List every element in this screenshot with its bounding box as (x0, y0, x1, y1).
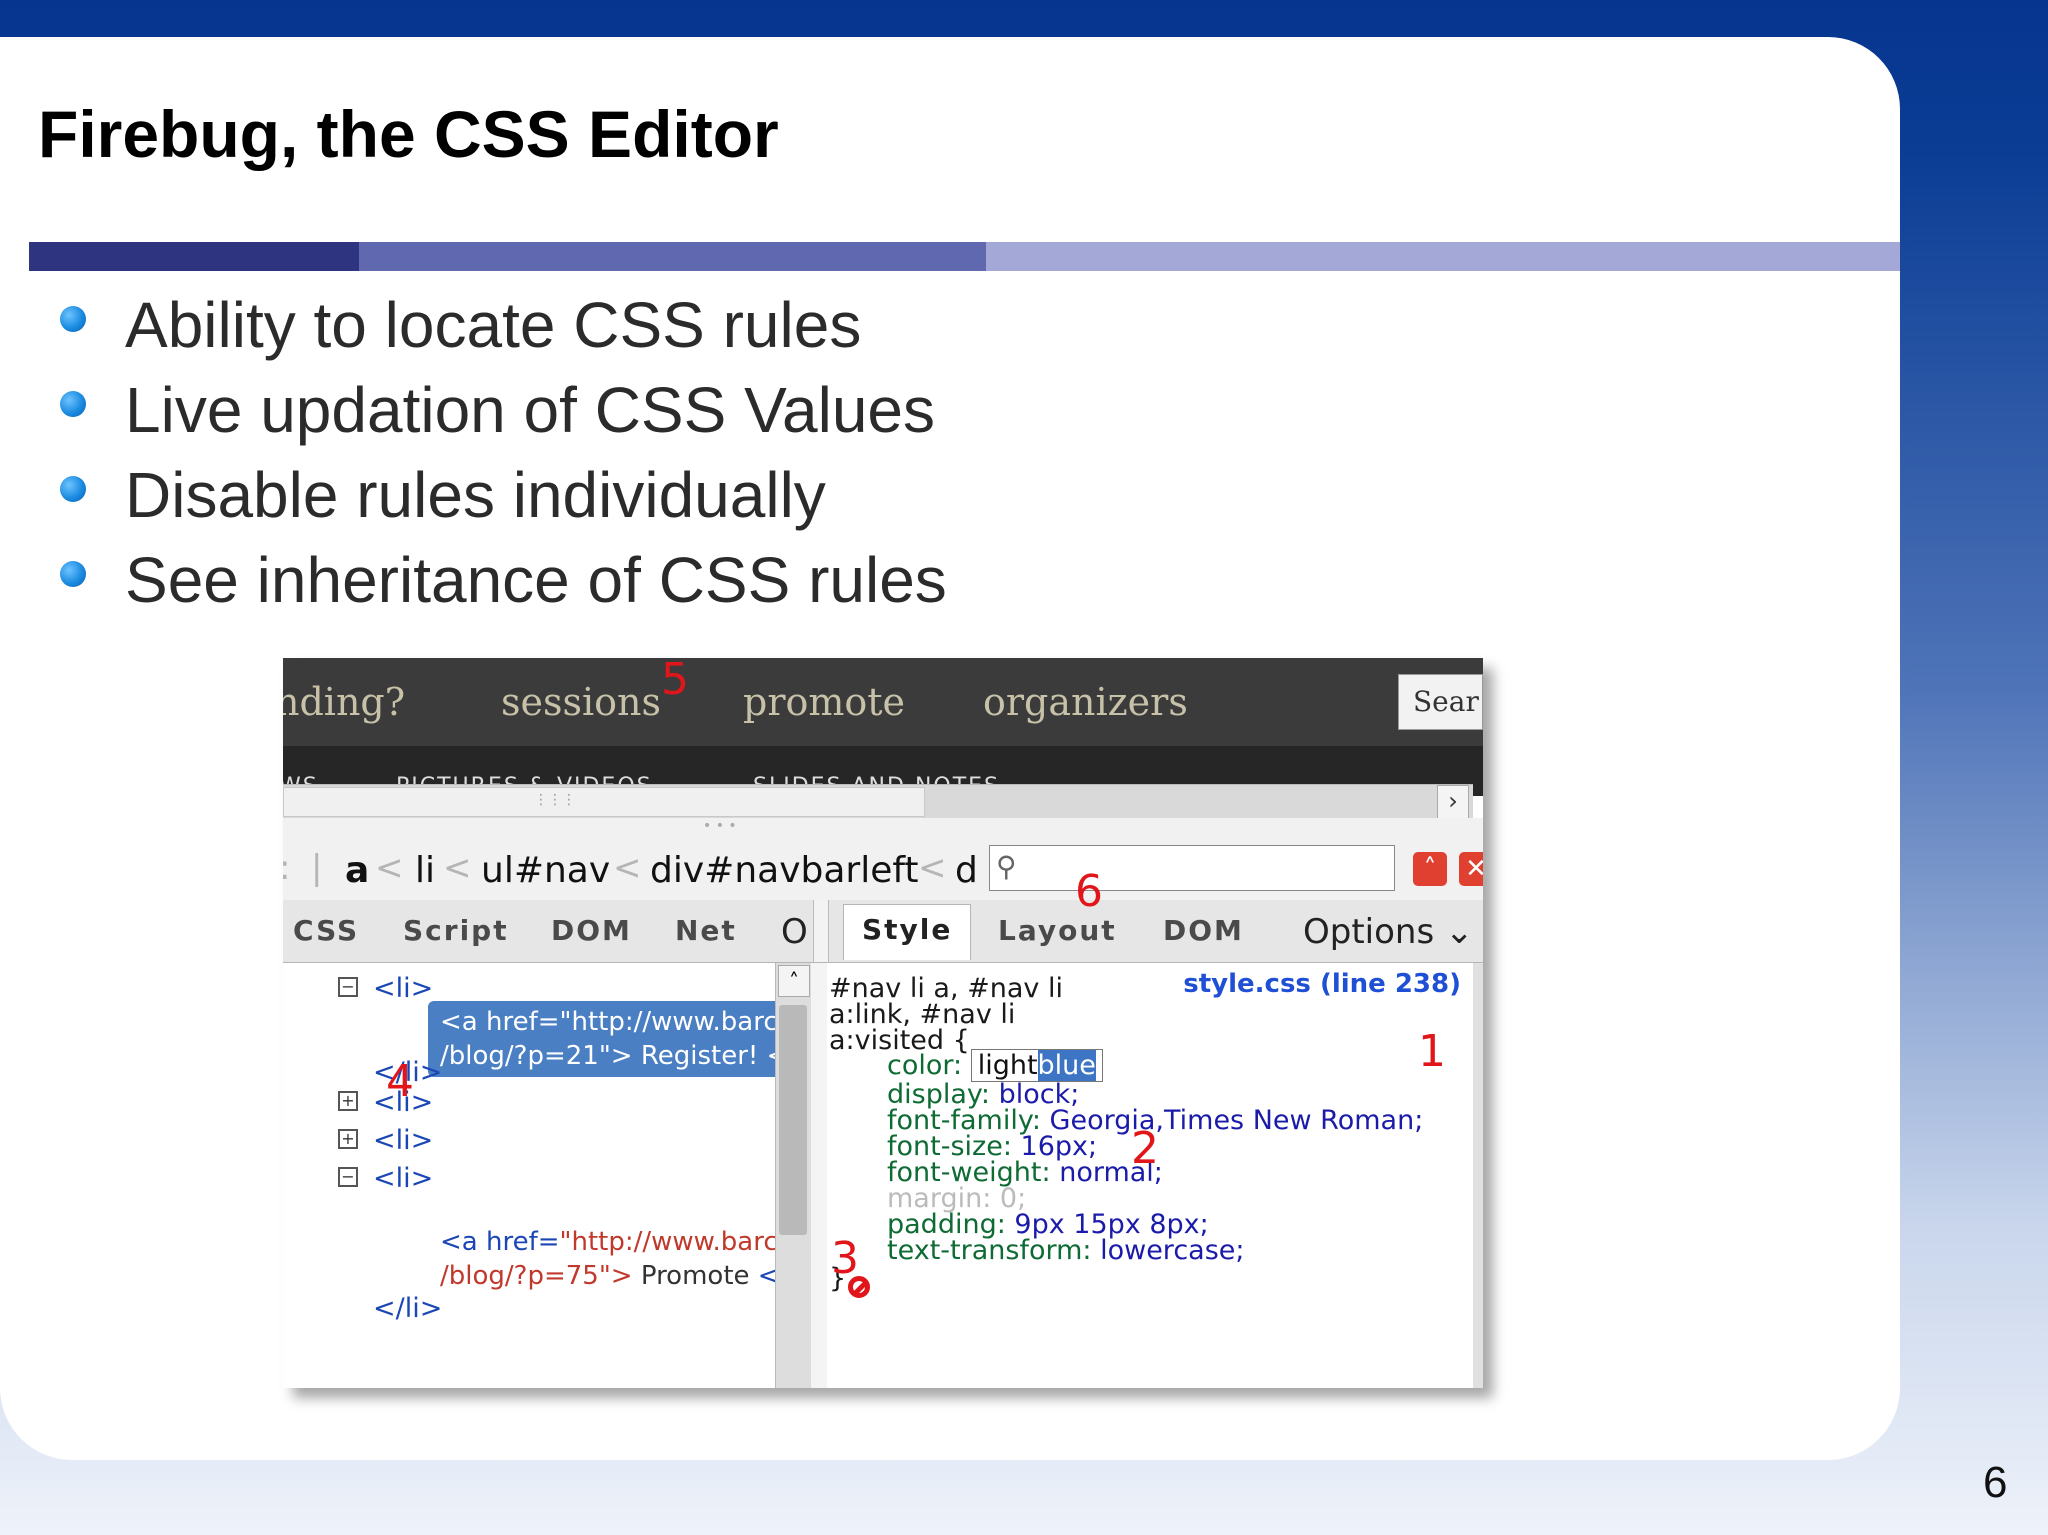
horizontal-scrollbar[interactable]: ⋮⋮⋮ › (283, 784, 1473, 819)
tab-layout[interactable]: Layout (998, 914, 1117, 947)
nav-link-organizers[interactable]: organizers (983, 680, 1188, 724)
bullet-item: Disable rules individually (58, 452, 947, 537)
site-nav: nding? sessions promote organizers Sear (283, 658, 1483, 746)
tab-net[interactable]: Net (675, 914, 737, 947)
site-search-button[interactable]: Sear (1398, 674, 1483, 730)
tab-overflow[interactable]: O (781, 912, 808, 952)
firebug-search-input[interactable]: ⚲ (989, 845, 1395, 891)
bullet-icon (60, 561, 86, 587)
bullet-item: See inheritance of CSS rules (58, 537, 947, 622)
tree-node[interactable]: <li> (373, 1125, 433, 1156)
bullet-icon (60, 306, 86, 332)
breadcrumb: : | a < li < ul#nav < div#navbarleft < d… (283, 840, 1483, 900)
prev-icon[interactable]: ˄ (1413, 852, 1447, 886)
breadcrumb-item-li[interactable]: li (415, 850, 435, 891)
tree-node[interactable]: </li> (373, 1293, 442, 1324)
bullet-icon (60, 476, 86, 502)
anchor-node[interactable]: <a href="http://www.barca (440, 1225, 794, 1259)
slide-title: Firebug, the CSS Editor (38, 97, 779, 171)
breadcrumb-item-ul-nav[interactable]: ul#nav (481, 850, 610, 891)
annotation-marker-6: 6 (1075, 866, 1103, 917)
firebug-screenshot: nding? sessions promote organizers Sear … (283, 658, 1483, 1388)
firebug-tab-bar: CSS Script DOM Net O Style Layout DOM Op… (283, 900, 1483, 963)
annotation-marker-1: 1 (1418, 1026, 1446, 1077)
css-rule[interactable]: text-transform: lowercase; (887, 1235, 1244, 1266)
magnifier-icon: ⚲ (996, 850, 1017, 883)
bullet-list: Ability to locate CSS rules Live updatio… (58, 282, 947, 622)
title-underline-bar (29, 242, 1900, 271)
chevron-down-icon: ⌄ (1445, 912, 1474, 952)
selected-node[interactable]: <a href="http://www.barca /blog/?p=21"> … (428, 1001, 798, 1077)
bullet-item: Live updation of CSS Values (58, 367, 947, 452)
style-pane: style.css (line 238) #nav li a, #nav li … (827, 963, 1473, 1388)
scroll-up-icon[interactable]: ˄ (778, 965, 810, 997)
options-menu[interactable]: Options ⌄ (1303, 912, 1474, 952)
breadcrumb-item-a[interactable]: a (345, 850, 369, 891)
collapse-icon[interactable]: − (338, 1167, 358, 1187)
tab-script[interactable]: Script (403, 914, 509, 947)
nav-link-attending[interactable]: nding? (283, 680, 405, 724)
css-rule-color[interactable]: color: lightblue (887, 1049, 1103, 1082)
nav-link-promote[interactable]: promote (743, 680, 905, 724)
css-source-link[interactable]: style.css (line 238) (1183, 969, 1461, 999)
expand-icon[interactable]: + (338, 1129, 358, 1149)
pane-divider[interactable] (813, 900, 829, 962)
tree-node[interactable]: <li> (373, 1163, 433, 1194)
expand-icon[interactable]: + (338, 1091, 358, 1111)
close-icon[interactable]: ✕ (1459, 852, 1483, 886)
collapse-icon[interactable]: − (338, 977, 358, 997)
scrollbar-thumb[interactable] (779, 1005, 807, 1235)
tab-style[interactable]: Style (843, 904, 972, 960)
breadcrumb-item-d[interactable]: d (955, 850, 978, 891)
tab-dom[interactable]: DOM (551, 914, 632, 947)
annotation-marker-5: 5 (661, 658, 689, 705)
style-pane-scrollbar[interactable] (1473, 963, 1483, 1388)
css-value-editor[interactable]: lightblue (970, 1049, 1103, 1082)
breadcrumb-item-div-navbarleft[interactable]: div#navbarleft (650, 850, 919, 891)
annotation-marker-4: 4 (386, 1056, 414, 1107)
html-tree-pane: − <li> <a href="http://www.barca /blog/?… (283, 963, 813, 1388)
nav-link-sessions[interactable]: sessions (501, 680, 661, 724)
scroll-right-icon[interactable]: › (1437, 785, 1469, 819)
tab-css[interactable]: CSS (293, 914, 359, 947)
scrollbar-thumb[interactable]: ⋮⋮⋮ (283, 787, 925, 817)
tab-dom-side[interactable]: DOM (1163, 914, 1244, 947)
tree-node[interactable]: <li> (373, 973, 433, 1004)
annotation-marker-3: 3 (831, 1233, 859, 1284)
bullet-item: Ability to locate CSS rules (58, 282, 947, 367)
bullet-icon (60, 391, 86, 417)
html-pane-scrollbar[interactable]: ˄ (775, 963, 812, 1388)
slide-number: 6 (1983, 1458, 2008, 1507)
panel-splitter[interactable]: • • • (283, 818, 1483, 840)
anchor-node-path[interactable]: /blog/?p=75"> Promote </a (440, 1259, 804, 1293)
annotation-marker-2: 2 (1131, 1123, 1159, 1174)
